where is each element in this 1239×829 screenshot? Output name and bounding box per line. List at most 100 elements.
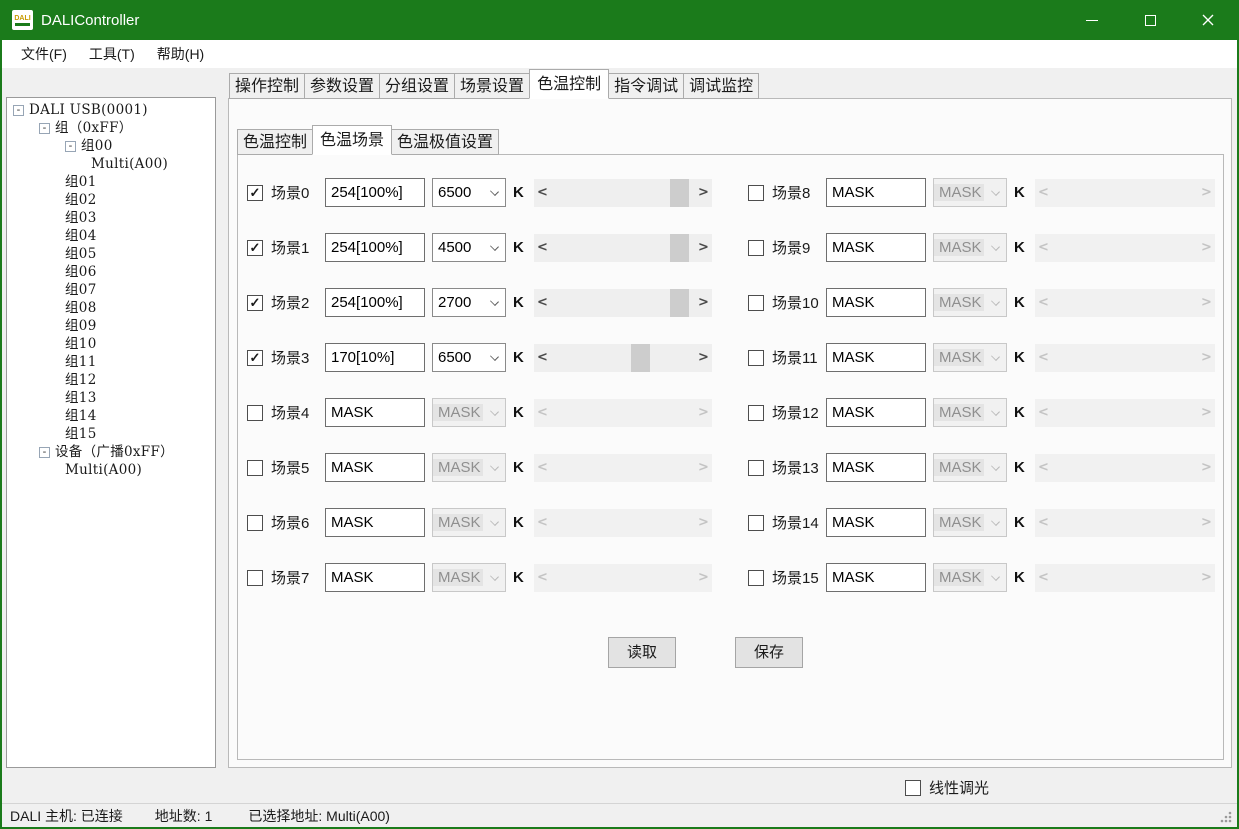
main-tab-2[interactable]: 分组设置 [379,73,455,99]
main-tab-0[interactable]: 操作控制 [229,73,305,99]
scrollbar-left-arrow-icon[interactable]: < [534,234,551,262]
save-button[interactable]: 保存 [735,637,803,668]
tree-node-15[interactable]: 组12 [7,371,215,389]
scene-checkbox[interactable] [748,515,764,531]
scene-checkbox[interactable] [247,405,263,421]
scrollbar-track[interactable] [551,344,695,372]
scene-checkbox[interactable] [748,570,764,586]
tree-node-0[interactable]: -DALI USB(0001) [7,101,215,119]
tree-node-3[interactable]: Multi(A00) [7,155,215,173]
tree-node-18[interactable]: 组15 [7,425,215,443]
scene-scrollbar[interactable]: <> [534,289,712,317]
tree-node-6[interactable]: 组03 [7,209,215,227]
scene-level-input[interactable]: MASK [826,563,926,592]
tree-node-13[interactable]: 组10 [7,335,215,353]
tree-expander-icon[interactable]: - [13,105,24,116]
scene-checkbox[interactable] [748,350,764,366]
scene-scrollbar[interactable]: <> [534,179,712,207]
tree-expander-icon[interactable]: - [39,123,50,134]
scene-level-input[interactable]: MASK [826,233,926,262]
tree-expander-icon[interactable]: - [65,141,76,152]
scene-checkbox[interactable] [748,295,764,311]
linear-dimming-checkbox[interactable] [905,780,921,796]
tree-node-8[interactable]: 组05 [7,245,215,263]
main-tab-3[interactable]: 场景设置 [454,73,530,99]
sub-tab-1[interactable]: 色温场景 [312,125,392,155]
scene-temp-select[interactable]: 2700 [432,288,506,317]
scene-checkbox[interactable] [748,460,764,476]
tree-node-11[interactable]: 组08 [7,299,215,317]
scene-temp-select[interactable]: 6500 [432,178,506,207]
scene-checkbox[interactable] [247,570,263,586]
tree-node-12[interactable]: 组09 [7,317,215,335]
scrollbar-track[interactable] [551,234,695,262]
scene-checkbox[interactable] [748,185,764,201]
close-button[interactable] [1179,0,1237,40]
scene-scrollbar[interactable]: <> [534,344,712,372]
menu-item-0[interactable]: 文件(F) [10,40,78,68]
scene-level-input[interactable]: MASK [325,563,425,592]
scrollbar-right-arrow-icon[interactable]: > [695,179,712,207]
tree-node-20[interactable]: Multi(A00) [7,461,215,479]
main-tab-1[interactable]: 参数设置 [304,73,380,99]
scrollbar-left-arrow-icon[interactable]: < [534,289,551,317]
main-tab-4[interactable]: 色温控制 [529,69,609,99]
scrollbar-thumb[interactable] [670,234,689,262]
scene-scrollbar[interactable]: <> [534,234,712,262]
tree-node-5[interactable]: 组02 [7,191,215,209]
scene-level-input[interactable]: MASK [826,453,926,482]
tree-node-19[interactable]: -设备（广播0xFF） [7,443,215,461]
scrollbar-right-arrow-icon[interactable]: > [695,289,712,317]
scene-level-input[interactable]: MASK [325,398,425,427]
scene-level-input[interactable]: MASK [826,398,926,427]
main-tab-5[interactable]: 指令调试 [608,73,684,99]
scrollbar-thumb[interactable] [670,289,689,317]
tree-node-2[interactable]: -组00 [7,137,215,155]
scene-level-input[interactable]: MASK [826,343,926,372]
scene-checkbox[interactable]: ✓ [247,295,263,311]
scene-checkbox[interactable]: ✓ [247,350,263,366]
sub-tab-0[interactable]: 色温控制 [237,129,313,155]
scene-level-input[interactable]: 254[100%] [325,178,425,207]
tree-node-14[interactable]: 组11 [7,353,215,371]
resize-grip-icon[interactable] [1219,810,1233,824]
scene-temp-select[interactable]: 4500 [432,233,506,262]
menu-item-2[interactable]: 帮助(H) [146,40,215,68]
scene-level-input[interactable]: MASK [826,508,926,537]
main-tab-6[interactable]: 调试监控 [683,73,759,99]
maximize-button[interactable] [1121,0,1179,40]
scrollbar-left-arrow-icon[interactable]: < [534,344,551,372]
tree-node-17[interactable]: 组14 [7,407,215,425]
scene-level-input[interactable]: MASK [325,508,425,537]
tree-node-4[interactable]: 组01 [7,173,215,191]
scene-level-input[interactable]: MASK [325,453,425,482]
scene-level-input[interactable]: 254[100%] [325,288,425,317]
scene-checkbox[interactable] [748,405,764,421]
scrollbar-right-arrow-icon[interactable]: > [695,234,712,262]
menu-item-1[interactable]: 工具(T) [78,40,146,68]
scene-temp-select[interactable]: 6500 [432,343,506,372]
tree-node-10[interactable]: 组07 [7,281,215,299]
scene-checkbox[interactable] [247,460,263,476]
scene-level-input[interactable]: 170[10%] [325,343,425,372]
tree-node-9[interactable]: 组06 [7,263,215,281]
tree-expander-icon[interactable]: - [39,447,50,458]
scrollbar-left-arrow-icon[interactable]: < [534,179,551,207]
scene-level-input[interactable]: 254[100%] [325,233,425,262]
tree-node-16[interactable]: 组13 [7,389,215,407]
scene-checkbox[interactable]: ✓ [247,240,263,256]
scene-level-input[interactable]: MASK [826,288,926,317]
read-button[interactable]: 读取 [608,637,676,668]
scene-checkbox[interactable] [247,515,263,531]
tree-node-1[interactable]: -组（0xFF） [7,119,215,137]
scrollbar-right-arrow-icon[interactable]: > [695,344,712,372]
scrollbar-thumb[interactable] [670,179,689,207]
scrollbar-thumb[interactable] [631,344,650,372]
scene-level-input[interactable]: MASK [826,178,926,207]
scrollbar-track[interactable] [551,179,695,207]
minimize-button[interactable] [1063,0,1121,40]
scene-checkbox[interactable]: ✓ [247,185,263,201]
sub-tab-2[interactable]: 色温极值设置 [391,129,499,155]
tree-node-7[interactable]: 组04 [7,227,215,245]
scene-checkbox[interactable] [748,240,764,256]
